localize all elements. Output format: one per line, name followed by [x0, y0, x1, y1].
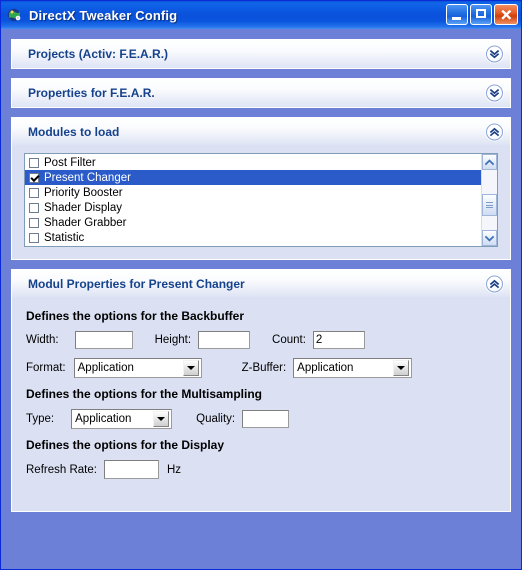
panel-modules: Modules to load Post Filter Present Chan… [11, 117, 511, 260]
quality-label: Quality: [196, 413, 236, 425]
maximize-button[interactable] [470, 4, 492, 25]
module-checkbox[interactable] [29, 172, 39, 183]
type-select[interactable]: Application [71, 409, 173, 429]
scrollbar-grip-icon [486, 201, 493, 210]
chevron-down-icon[interactable] [182, 360, 199, 376]
format-label: Format: [26, 362, 66, 374]
chevron-up-icon[interactable] [482, 154, 497, 170]
backbuffer-row-2: Format: Application Z-Buffer: Applicatio… [24, 358, 498, 378]
list-item[interactable]: Post Filter [25, 155, 481, 170]
display-heading: Defines the options for the Display [26, 438, 225, 452]
list-item[interactable]: Priority Booster [25, 185, 481, 200]
width-input[interactable] [74, 331, 133, 349]
title-bar[interactable]: DirectX Tweaker Config [1, 1, 521, 29]
backbuffer-row-1: Width: Height: Count: [24, 331, 498, 349]
modules-listbox[interactable]: Post Filter Present Changer Priority Boo… [24, 153, 498, 247]
height-input[interactable] [198, 331, 251, 349]
list-item-label: Priority Booster [44, 186, 123, 199]
close-icon [501, 9, 512, 20]
list-item-label: Shader Grabber [44, 216, 127, 229]
count-label: Count: [272, 334, 306, 346]
chevron-down-icon[interactable] [153, 411, 170, 427]
chevron-down-icon[interactable] [482, 230, 497, 246]
scrollbar-track[interactable] [482, 170, 497, 230]
list-item-label: Shader Display [44, 201, 122, 214]
list-item[interactable]: Present Changer [25, 170, 481, 185]
modules-scrollbar[interactable] [481, 154, 497, 246]
panel-title-modules: Modules to load [28, 124, 120, 139]
panel-projects: Projects (Activ: F.E.A.R.) [11, 39, 511, 69]
list-item-label: Statistic [44, 231, 85, 244]
application-window: DirectX Tweaker Config Projects (Activ: … [0, 0, 522, 570]
panel-header-modul-properties[interactable]: Modul Properties for Present Changer [12, 270, 510, 297]
multisampling-heading: Defines the options for the Multisamplin… [26, 387, 263, 401]
chevron-double-up-icon[interactable] [486, 275, 503, 292]
type-label: Type: [26, 413, 55, 425]
zbuffer-label: Z-Buffer: [241, 362, 287, 374]
list-item[interactable]: Statistic [25, 230, 481, 245]
close-button[interactable] [494, 4, 518, 25]
panel-body-modul-properties: Defines the options for the Backbuffer W… [12, 297, 510, 479]
module-checkbox[interactable] [29, 187, 39, 198]
type-select-value: Application [75, 413, 132, 425]
chevron-double-down-icon[interactable] [486, 84, 503, 102]
window-title: DirectX Tweaker Config [29, 7, 178, 23]
module-checkbox[interactable] [29, 217, 39, 228]
panel-header-modules[interactable]: Modules to load [12, 118, 510, 145]
count-input[interactable] [312, 331, 365, 349]
panel-title-modul-properties: Modul Properties for Present Changer [28, 276, 245, 291]
chevron-double-up-icon[interactable] [486, 123, 503, 140]
module-checkbox[interactable] [29, 157, 39, 168]
panel-header-projects[interactable]: Projects (Activ: F.E.A.R.) [12, 40, 510, 68]
module-checkbox[interactable] [29, 202, 39, 213]
list-item[interactable]: Shader Grabber [25, 215, 481, 230]
refresh-rate-label: Refresh Rate: [26, 463, 97, 476]
minimize-button[interactable] [446, 4, 468, 25]
backbuffer-heading: Defines the options for the Backbuffer [26, 309, 245, 323]
panel-modul-properties: Modul Properties for Present Changer Def… [11, 269, 511, 512]
list-item-label: Post Filter [44, 156, 96, 169]
panel-title-projects: Projects (Activ: F.E.A.R.) [28, 47, 169, 61]
panel-body-modules: Post Filter Present Changer Priority Boo… [12, 145, 510, 259]
module-checkbox[interactable] [29, 232, 39, 243]
format-select[interactable]: Application [73, 358, 202, 378]
panel-header-properties[interactable]: Properties for F.E.A.R. [12, 79, 510, 107]
multisampling-row: Type: Application Quality: [24, 409, 498, 429]
refresh-rate-unit: Hz [166, 463, 182, 476]
refresh-rate-input[interactable] [103, 460, 159, 479]
width-label: Width: [26, 334, 59, 346]
display-row: Refresh Rate: Hz [24, 460, 498, 479]
globe-icon [6, 6, 24, 24]
quality-input[interactable] [242, 410, 290, 428]
list-item-label: Present Changer [44, 171, 131, 184]
panel-title-properties: Properties for F.E.A.R. [28, 86, 155, 100]
list-item[interactable]: Shader Display [25, 200, 481, 215]
format-select-value: Application [77, 362, 134, 374]
chevron-double-down-icon[interactable] [486, 45, 503, 63]
scrollbar-thumb[interactable] [482, 194, 497, 216]
modules-list-items: Post Filter Present Changer Priority Boo… [25, 154, 481, 246]
zbuffer-select-value: Application [297, 362, 354, 374]
height-label: Height: [154, 334, 192, 346]
client-area: Projects (Activ: F.E.A.R.) Properties fo… [1, 29, 521, 569]
window-controls [446, 4, 518, 25]
zbuffer-select[interactable]: Application [293, 358, 413, 378]
panel-properties: Properties for F.E.A.R. [11, 78, 511, 108]
chevron-down-icon[interactable] [393, 360, 410, 376]
